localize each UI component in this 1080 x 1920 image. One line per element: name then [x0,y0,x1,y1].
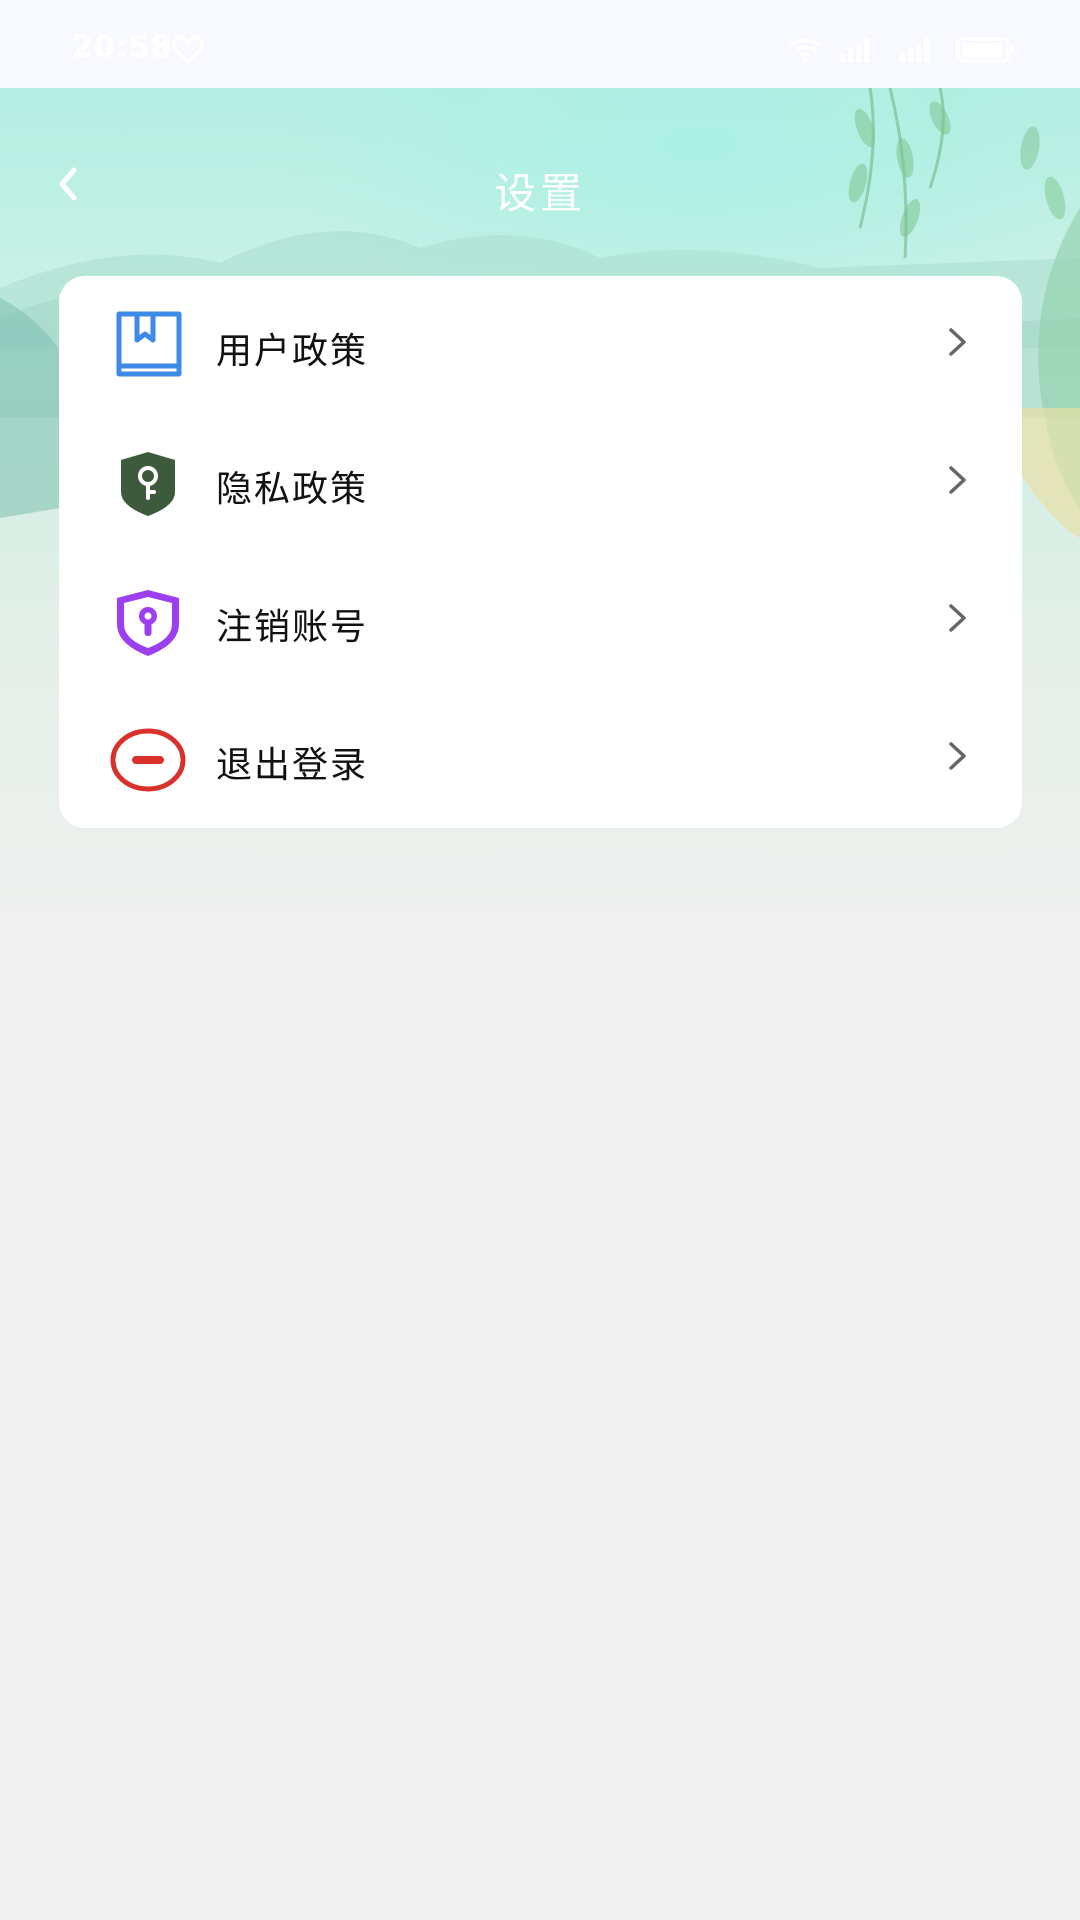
chevron-right-icon [949,604,966,632]
chevron-right-icon [949,466,966,494]
menu-item-label: 退出登录 [216,745,369,786]
menu-item-cancel-account[interactable]: 注销账号 [59,552,1022,690]
heart-icon [172,36,204,64]
menu-item-logout[interactable]: 退出登录 [59,690,1022,828]
settings-list: 用户政策 隐私政策 注销账号 退出登录 [59,276,1022,828]
status-icons [788,36,1016,64]
signal-icon-2 [900,38,929,62]
bookmark-book-icon [109,310,187,382]
status-bar: 20:58 [0,0,1080,88]
status-time: 20:58 [72,30,173,65]
signal-icon [840,38,869,62]
menu-item-label: 隐私政策 [216,469,369,510]
chevron-right-icon [949,328,966,356]
logout-minus-icon [109,724,187,796]
menu-item-privacy-policy[interactable]: 隐私政策 [59,414,1022,552]
battery-icon [956,37,1014,63]
shield-lock-icon [109,586,187,658]
page-title: 设置 [493,169,586,218]
chevron-right-icon [949,742,966,770]
shield-key-icon [109,448,187,520]
wifi-icon [789,38,821,63]
menu-item-label: 用户政策 [216,331,369,372]
menu-item-label: 注销账号 [216,607,369,648]
menu-item-user-policy[interactable]: 用户政策 [59,276,1022,414]
